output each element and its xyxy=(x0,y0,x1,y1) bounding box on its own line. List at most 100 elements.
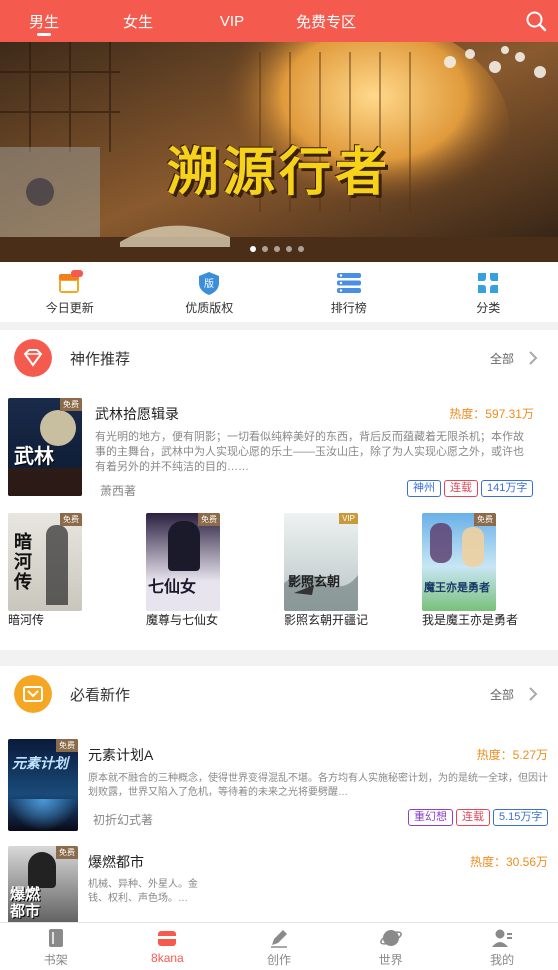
copyright-shield-icon: 版 xyxy=(199,272,220,295)
nav-rankings-label: 排行榜 xyxy=(330,301,367,315)
section-masterpiece: 神作推荐 全部 武林 免费 武林拾愿辑录 热度：597.31万 有光明的地方，便… xyxy=(0,330,558,650)
book-title: 暗河传 xyxy=(8,613,45,627)
carousel-dot[interactable] xyxy=(274,246,280,252)
nav-create[interactable]: 创作 xyxy=(223,923,335,970)
book-cover: 影照玄朝 VIP xyxy=(284,513,358,611)
tab-male[interactable]: 男生 xyxy=(0,0,88,42)
cover-text: 七仙女 xyxy=(148,577,197,596)
featured-book-title[interactable]: 武林拾愿辑录 xyxy=(95,404,179,424)
book-cover: 暗河传 免费 xyxy=(8,513,82,611)
banner-title: 溯源行者 xyxy=(166,142,391,203)
free-badge: 免费 xyxy=(60,398,82,411)
chevron-right-icon[interactable] xyxy=(526,687,540,701)
book-cover[interactable]: 元素计划 免费 xyxy=(8,739,78,831)
nav-8kana[interactable]: 8kana xyxy=(112,923,224,970)
carousel-dot[interactable] xyxy=(250,246,256,252)
featured-author: 萧西著 xyxy=(100,484,137,498)
book-card[interactable]: 魔王亦是勇者 免费 我是魔王亦是勇者 xyxy=(422,513,520,643)
nav-bookshelf-label: 书架 xyxy=(43,953,68,967)
nav-quality-copyright-label: 优质版权 xyxy=(185,301,234,315)
banner-carousel[interactable]: 溯源行者 xyxy=(0,42,558,262)
free-badge: 免费 xyxy=(198,513,220,526)
cover-text: 影照玄朝 xyxy=(288,575,341,590)
top-tab-bar: 男生 女生 VIP 免费专区 xyxy=(0,0,558,42)
featured-heat: 热度：597.31万 xyxy=(449,407,534,421)
tag-wordcount[interactable]: 5.15万字 xyxy=(493,809,549,826)
nav-profile[interactable]: 我的 xyxy=(446,923,558,970)
nav-today-updates-label: 今日更新 xyxy=(45,301,94,315)
cover-art xyxy=(284,574,358,611)
carousel-dot[interactable] xyxy=(286,246,292,252)
tag-status[interactable]: 连载 xyxy=(456,809,490,826)
nav-today-updates[interactable]: 今日更新 xyxy=(0,262,140,322)
book-title[interactable]: 元素计划A xyxy=(88,745,153,765)
8kana-home-icon xyxy=(158,931,177,946)
book-card[interactable]: 七仙女 免费 魔尊与七仙女 xyxy=(146,513,244,643)
free-badge: 免费 xyxy=(56,739,78,752)
nav-quality-copyright[interactable]: 版 优质版权 xyxy=(140,262,280,322)
cover-text: 武林 xyxy=(14,444,54,468)
pen-create-icon xyxy=(270,930,287,948)
world-planet-icon xyxy=(379,930,402,946)
tab-vip[interactable]: VIP xyxy=(188,0,276,42)
book-heat: 热度：30.56万 xyxy=(469,855,548,869)
book-title: 魔尊与七仙女 xyxy=(146,613,219,627)
svg-text:版: 版 xyxy=(204,277,214,290)
featured-book-cover[interactable]: 武林 免费 xyxy=(8,398,82,496)
book-card[interactable]: 暗河传 免费 暗河传 xyxy=(8,513,106,643)
diamond-badge-icon xyxy=(14,339,52,377)
nav-bookshelf[interactable]: 书架 xyxy=(0,923,112,970)
featured-description: 有光明的地方，便有阴影；一切看似纯粹美好的东西，背后反而蕴藏着无限杀机；本作故事… xyxy=(95,431,524,473)
bottom-nav: 书架 8kana 创作 世界 我的 xyxy=(0,922,558,970)
category-grid-icon xyxy=(478,273,499,293)
nav-world[interactable]: 世界 xyxy=(335,923,447,970)
book-title[interactable]: 爆燃都市 xyxy=(88,852,144,872)
free-badge: 免费 xyxy=(60,513,82,526)
tag-wordcount[interactable]: 141万字 xyxy=(481,480,534,497)
tag-status[interactable]: 连载 xyxy=(444,480,478,497)
book-heat: 热度：5.27万 xyxy=(476,748,548,762)
cover-text: 魔王亦是勇者 xyxy=(424,581,490,594)
free-badge: 免费 xyxy=(474,513,496,526)
tab-free-zone[interactable]: 免费专区 xyxy=(276,0,376,42)
section-title: 必看新作 xyxy=(70,686,131,704)
carousel-dot[interactable] xyxy=(262,246,268,252)
ranking-list-icon xyxy=(336,273,361,293)
book-description: 机械、异种、外星人。金钱、权利、声色场。… xyxy=(88,879,198,904)
nav-profile-label: 我的 xyxy=(490,953,515,967)
tag-genre[interactable]: 神州 xyxy=(407,480,441,497)
cover-text: 爆燃都市 xyxy=(10,885,41,920)
section-must-read-new: 必看新作 全部 元素计划 免费 元素计划A 热度：5.27万 原本就不融合的三种… xyxy=(0,666,558,922)
calendar-new-icon xyxy=(58,270,83,293)
profile-icon xyxy=(492,929,513,947)
see-all-link[interactable]: 全部 xyxy=(490,686,514,703)
see-all-link[interactable]: 全部 xyxy=(490,350,514,367)
book-author: 初折幻式著 xyxy=(93,813,154,827)
section-header[interactable]: 神作推荐 全部 xyxy=(0,330,558,386)
book-cover: 魔王亦是勇者 免费 xyxy=(422,513,496,611)
book-description: 原本就不融合的三种概念，使得世界变得混乱不堪。各方均有人实施秘密计划，为的是统一… xyxy=(88,773,548,798)
book-cover: 七仙女 免费 xyxy=(146,513,220,611)
cover-text: 元素计划 xyxy=(12,756,68,772)
nav-8kana-label: 8kana xyxy=(151,951,184,965)
free-badge: 免费 xyxy=(56,846,78,859)
tag-genre[interactable]: 重幻想 xyxy=(408,809,453,826)
ticket-badge-icon xyxy=(14,675,52,713)
search-icon[interactable] xyxy=(524,9,548,33)
section-title: 神作推荐 xyxy=(70,350,131,368)
nav-categories-label: 分类 xyxy=(476,301,501,315)
book-cover[interactable]: 爆燃都市 免费 xyxy=(8,846,78,922)
book-title: 影照玄朝开疆记 xyxy=(284,613,369,627)
book-card[interactable]: 影照玄朝 VIP 影照玄朝开疆记 xyxy=(284,513,382,643)
tab-female[interactable]: 女生 xyxy=(88,0,188,42)
book-title: 我是魔王亦是勇者 xyxy=(422,613,519,627)
section-header[interactable]: 必看新作 全部 xyxy=(0,666,558,722)
nav-rankings[interactable]: 排行榜 xyxy=(279,262,419,322)
chevron-right-icon[interactable] xyxy=(526,351,540,365)
nav-world-label: 世界 xyxy=(378,953,403,967)
quick-nav: 今日更新 版 优质版权 排行榜 分类 xyxy=(0,262,558,322)
carousel-dot[interactable] xyxy=(298,246,304,252)
carousel-dots xyxy=(250,246,304,252)
cover-text: 暗河传 xyxy=(14,532,32,593)
nav-categories[interactable]: 分类 xyxy=(419,262,558,322)
